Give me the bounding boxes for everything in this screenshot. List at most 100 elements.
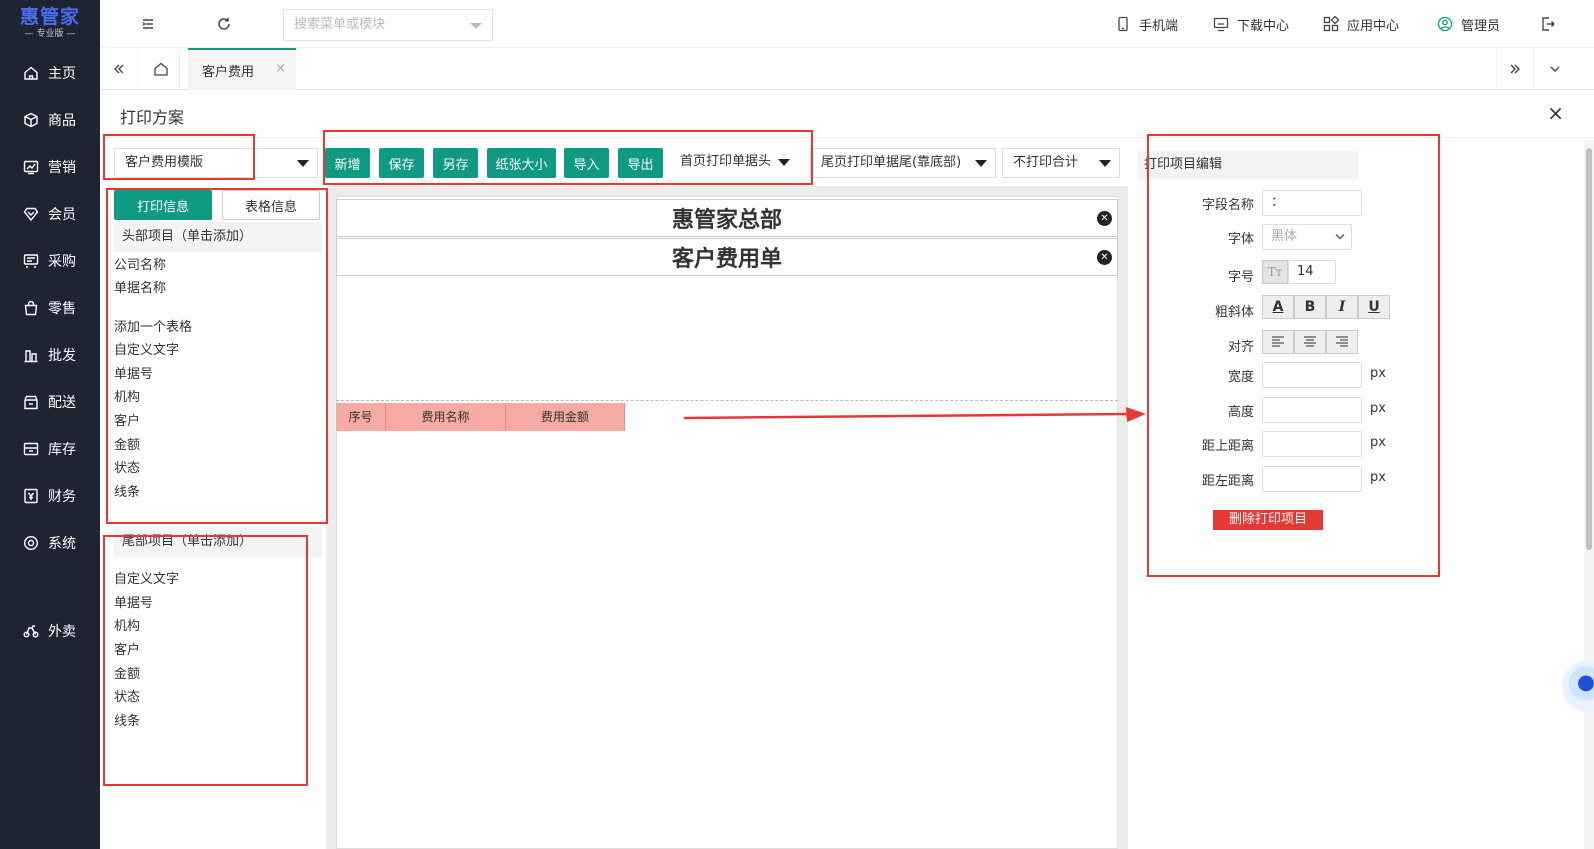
search-input[interactable]: 搜索菜单或模块 — [283, 9, 493, 41]
paper-size-button[interactable]: 纸张大小 — [487, 148, 556, 178]
list-item[interactable]: 自定义文字 — [114, 341, 179, 361]
user-menu[interactable]: 管理员 — [1437, 14, 1500, 34]
print-item-editor-title: 打印项目编辑 — [1138, 151, 1358, 179]
close-icon[interactable]: × — [1547, 103, 1564, 123]
last-page-footer-value: 尾页打印单据尾(靠底部) — [821, 155, 962, 170]
footer-items-section: 尾部项目（单击添加） — [114, 527, 322, 557]
sidebar-item-system[interactable]: 系统 — [0, 528, 100, 558]
wholesale-icon — [22, 346, 40, 364]
list-item[interactable]: 自定义文字 — [114, 570, 179, 590]
delete-print-item-button[interactable]: 删除打印项目 — [1213, 510, 1323, 530]
brand-name: 惠管家 — [19, 6, 80, 28]
sidebar-item-label: 外卖 — [48, 624, 76, 640]
first-page-header-value: 首页打印单据头 — [680, 154, 772, 169]
assistant-robot-icon[interactable] — [1562, 660, 1594, 712]
mobile-link[interactable]: 手机端 — [1115, 14, 1178, 34]
list-item[interactable]: 单据号 — [114, 594, 153, 614]
tabs-scroll-left-button[interactable] — [100, 48, 138, 89]
last-page-footer-select[interactable]: 尾页打印单据尾(靠底部) — [810, 148, 996, 178]
width-input[interactable] — [1262, 362, 1362, 388]
left-offset-input[interactable] — [1262, 466, 1362, 492]
sidebar-item-marketing[interactable]: 营销 — [0, 152, 100, 182]
menu-toggle-icon[interactable] — [138, 14, 158, 34]
save-button[interactable]: 保存 — [379, 148, 424, 178]
brand-logo[interactable]: 惠管家 — 专业版 — — [0, 0, 100, 48]
chevron-down-icon — [778, 159, 790, 166]
font-color-button[interactable]: A — [1262, 295, 1294, 319]
brand-edition: — 专业版 — — [24, 29, 76, 39]
list-item[interactable]: 机构 — [114, 388, 140, 408]
list-item[interactable]: 金额 — [114, 436, 140, 456]
underline-button[interactable]: U — [1358, 295, 1390, 319]
bold-button[interactable]: B — [1294, 295, 1326, 319]
print-canvas[interactable] — [336, 196, 1118, 849]
list-item[interactable]: 状态 — [114, 459, 140, 479]
chevron-down-icon — [470, 23, 482, 29]
doc-title-item[interactable]: 客户费用单 ✕ — [336, 238, 1118, 276]
tab-table-info[interactable]: 表格信息 — [222, 190, 320, 220]
home-tab[interactable] — [142, 48, 180, 89]
list-item[interactable]: 客户 — [114, 641, 140, 661]
refresh-icon[interactable] — [214, 14, 234, 34]
scrollbar-thumb[interactable] — [1586, 148, 1592, 550]
sidebar-item-takeout[interactable]: 外卖 — [0, 616, 100, 646]
first-page-header-select[interactable]: 首页打印单据头 — [670, 148, 798, 178]
list-item[interactable]: 线条 — [114, 712, 140, 732]
sidebar-item-inventory[interactable]: 库存 — [0, 434, 100, 464]
table-header-cell[interactable]: 序号 — [336, 403, 386, 431]
save-as-button[interactable]: 另存 — [433, 148, 478, 178]
sidebar-item-finance[interactable]: 财务 — [0, 481, 100, 511]
export-button[interactable]: 导出 — [618, 148, 663, 178]
sidebar-item-members[interactable]: 会员 — [0, 199, 100, 229]
align-label: 对齐 — [1227, 340, 1254, 355]
list-item[interactable]: 线条 — [114, 483, 140, 503]
tabs-scroll-right-button[interactable] — [1496, 48, 1534, 89]
font-select[interactable]: 黑体 — [1262, 224, 1352, 250]
list-item[interactable]: 添加一个表格 — [114, 318, 192, 338]
height-unit: px — [1370, 401, 1386, 416]
sidebar-item-wholesale[interactable]: 批发 — [0, 340, 100, 370]
remove-item-icon[interactable]: ✕ — [1097, 250, 1112, 265]
close-icon[interactable]: × — [275, 61, 286, 76]
list-item[interactable]: 金额 — [114, 665, 140, 685]
template-select[interactable]: 客户费用模版 — [114, 148, 318, 178]
sidebar-item-products[interactable]: 商品 — [0, 105, 100, 135]
sidebar-item-label: 零售 — [48, 301, 76, 317]
font-size-input[interactable]: 14 — [1288, 260, 1336, 284]
logout-icon[interactable] — [1538, 14, 1558, 34]
list-item[interactable]: 公司名称 — [114, 256, 166, 276]
sidebar-item-purchase[interactable]: 采购 — [0, 246, 100, 276]
align-right-button[interactable] — [1326, 330, 1358, 354]
sidebar-item-delivery[interactable]: 配送 — [0, 387, 100, 417]
align-center-button[interactable] — [1294, 330, 1326, 354]
list-item[interactable]: 客户 — [114, 412, 140, 432]
field-name-input[interactable]: ： — [1262, 190, 1362, 216]
table-header-cell[interactable]: 费用名称 — [386, 403, 506, 431]
list-item[interactable]: 状态 — [114, 688, 140, 708]
inventory-icon — [22, 440, 40, 458]
list-item[interactable]: 单据名称 — [114, 279, 166, 299]
align-left-button[interactable] — [1262, 330, 1294, 354]
total-select-value: 不打印合计 — [1013, 155, 1079, 170]
sidebar-item-home[interactable]: 主页 — [0, 58, 100, 88]
import-button[interactable]: 导入 — [564, 148, 609, 178]
italic-button[interactable]: I — [1326, 295, 1358, 319]
height-input[interactable] — [1262, 397, 1362, 423]
sidebar-item-retail[interactable]: 零售 — [0, 293, 100, 323]
total-select[interactable]: 不打印合计 — [1002, 148, 1120, 178]
download-center-link[interactable]: 下载中心 — [1213, 14, 1289, 34]
tabs-dropdown-button[interactable] — [1536, 48, 1574, 89]
table-header-cell[interactable]: 费用金额 — [506, 403, 625, 431]
chevron-down-icon — [1099, 160, 1111, 167]
company-title-item[interactable]: 惠管家总部 ✕ — [336, 199, 1118, 237]
list-item[interactable]: 机构 — [114, 617, 140, 637]
bold-italic-label: 粗斜体 — [1214, 305, 1254, 320]
list-item[interactable]: 单据号 — [114, 365, 153, 385]
tab-customer-expense[interactable]: 客户费用 × — [188, 48, 296, 90]
top-offset-input[interactable] — [1262, 431, 1362, 457]
add-button[interactable]: 新增 — [325, 148, 370, 178]
app-center-link[interactable]: 应用中心 — [1323, 14, 1399, 34]
width-unit: px — [1370, 366, 1386, 381]
tab-print-info[interactable]: 打印信息 — [114, 190, 212, 220]
remove-item-icon[interactable]: ✕ — [1097, 211, 1112, 226]
